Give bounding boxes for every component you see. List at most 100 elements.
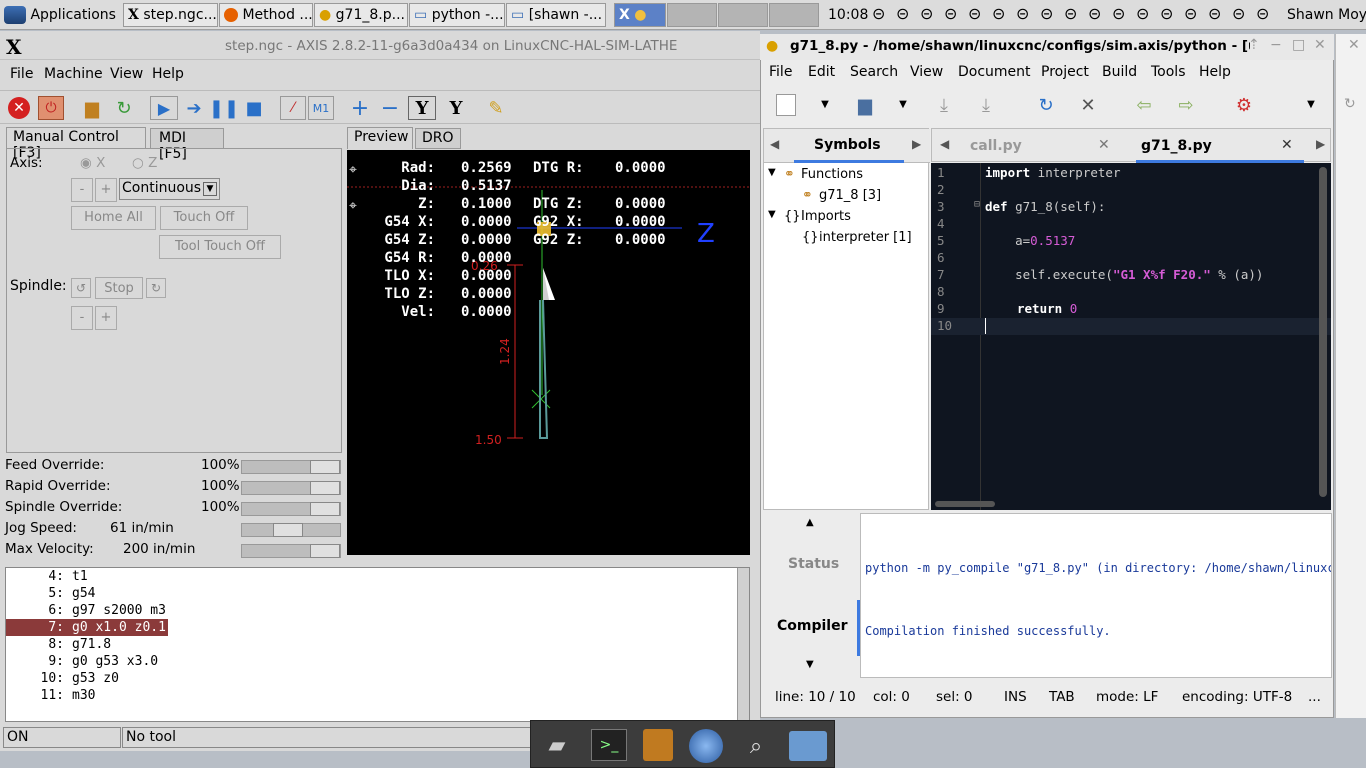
close-icon[interactable]: ✕ xyxy=(1314,37,1326,53)
tray-icon[interactable]: ⊝ xyxy=(1232,4,1252,26)
close-tab-icon[interactable]: ✕ xyxy=(1098,137,1110,153)
chevron-up-icon[interactable]: ▲ xyxy=(806,517,814,528)
taskbar-item-step-ngc[interactable]: X step.ngc... xyxy=(123,3,218,27)
tab-status[interactable]: Status xyxy=(788,556,839,572)
tray-icon[interactable]: ⊝ xyxy=(1136,4,1156,26)
compile-icon[interactable]: ⚙ xyxy=(1232,94,1256,116)
reload-icon[interactable]: ↻ xyxy=(1034,94,1058,116)
estop-icon[interactable]: ✕ xyxy=(8,97,30,119)
geany-menu-tools[interactable]: Tools xyxy=(1151,64,1186,80)
geany-menu-help[interactable]: Help xyxy=(1199,64,1231,80)
window-up-icon[interactable]: ⇡ xyxy=(1248,37,1260,53)
tree-item-g71-8[interactable]: ⚭ g71_8 [3] xyxy=(764,188,930,209)
tab-g71-8-py[interactable]: g71_8.py ✕ xyxy=(1136,129,1304,163)
menu-file[interactable]: File xyxy=(10,66,33,82)
tray-icon[interactable]: ⊝ xyxy=(896,4,916,26)
block-delete-icon[interactable]: ⁄ xyxy=(280,96,306,120)
gcode-line[interactable]: 5: g54 xyxy=(6,585,738,602)
clear-plot-icon[interactable]: ✎ xyxy=(484,96,508,120)
clock[interactable]: 10:08 xyxy=(828,3,870,27)
close-icon[interactable]: ✕ xyxy=(1348,37,1360,53)
editor-hscrollbar[interactable] xyxy=(935,501,995,507)
close-tab-icon[interactable]: ✕ xyxy=(1281,137,1293,153)
tray-icon[interactable]: ⊝ xyxy=(1160,4,1180,26)
tab-symbols[interactable]: Symbols xyxy=(814,137,881,153)
home-all-button[interactable]: Home All xyxy=(71,206,156,230)
chevron-down-icon[interactable]: ▼ xyxy=(806,659,814,670)
tree-item-interpreter[interactable]: {} interpreter [1] xyxy=(764,230,930,251)
user-name[interactable]: Shawn Moy xyxy=(1287,3,1366,27)
open-file-icon[interactable]: ▆ xyxy=(80,97,104,119)
geany-menu-document[interactable]: Document xyxy=(958,64,1031,80)
jog-plus-button[interactable]: + xyxy=(95,178,117,202)
geany-menu-build[interactable]: Build xyxy=(1102,64,1137,80)
preview-canvas[interactable]: Z 0.26 1.24 1.50 ⌖ ⌖ Rad: 0.2569 DTG R: 0.0… xyxy=(347,150,750,555)
geany-menu-edit[interactable]: Edit xyxy=(808,64,835,80)
folder-icon[interactable] xyxy=(789,731,827,761)
workspace-3[interactable] xyxy=(718,3,768,27)
save-icon[interactable]: ⤓ xyxy=(932,94,956,116)
tab-mdi[interactable]: MDI [F5] xyxy=(150,128,224,162)
gcode-line[interactable]: 11: m30 xyxy=(6,687,738,704)
editor-vscrollbar[interactable] xyxy=(1319,167,1327,497)
step-icon[interactable]: ➔ xyxy=(182,97,206,119)
view-y2-icon[interactable]: Y xyxy=(442,96,470,120)
reload-icon[interactable]: ↻ xyxy=(112,97,136,119)
pause-icon[interactable]: ❚❚ xyxy=(209,97,239,119)
stop-icon[interactable]: ■ xyxy=(242,97,266,119)
tray-icon[interactable]: ⊝ xyxy=(1208,4,1228,26)
spindle-cw-icon[interactable]: ↻ xyxy=(146,278,166,298)
spindle-ccw-icon[interactable]: ↺ xyxy=(71,278,91,298)
tray-icon[interactable]: ⊝ xyxy=(872,4,892,26)
code-editor[interactable]: 1 import interpreter 2 3 ⊟ def g71_8(self):… xyxy=(931,163,1331,510)
open-file-icon[interactable]: ▆ xyxy=(854,94,876,116)
power-icon[interactable]: ⏻ xyxy=(38,96,64,120)
chevron-down-icon[interactable]: ▼ xyxy=(896,95,910,113)
gcode-line[interactable]: 10: g53 z0 xyxy=(6,670,738,687)
run-icon[interactable]: ▶ xyxy=(150,96,178,120)
view-y-icon[interactable]: Y xyxy=(408,96,436,120)
workspace-1[interactable]: X ● xyxy=(614,3,666,27)
max-velocity-slider[interactable] xyxy=(241,544,341,558)
spindle-override-slider[interactable] xyxy=(241,502,341,516)
minimize-icon[interactable]: − xyxy=(1270,37,1282,53)
zoom-in-icon[interactable]: + xyxy=(348,96,372,121)
save-all-icon[interactable]: ⤓ xyxy=(974,94,998,116)
tray-icon[interactable]: ⊝ xyxy=(1064,4,1084,26)
chevron-down-icon[interactable]: ▼ xyxy=(1304,95,1318,113)
touch-off-button[interactable]: Touch Off xyxy=(160,206,248,230)
taskbar-item-shawn[interactable]: ▭ [shawn -... xyxy=(506,3,606,27)
spindle-minus-button[interactable]: - xyxy=(71,306,93,330)
geany-menu-file[interactable]: File xyxy=(769,64,792,80)
tree-node-functions[interactable]: ▼ ⚭ Functions xyxy=(764,167,930,188)
search-icon[interactable]: ⌕ xyxy=(739,729,773,763)
jog-mode-select[interactable]: Continuous ▼ xyxy=(119,178,220,200)
forward-icon[interactable]: ⇨ xyxy=(1174,94,1198,116)
chevron-down-icon[interactable]: ▼ xyxy=(818,95,832,113)
slider-thumb[interactable] xyxy=(310,460,340,474)
chevron-right-icon[interactable]: ▶ xyxy=(912,137,921,151)
jog-minus-button[interactable]: - xyxy=(71,178,93,202)
workspace-2[interactable] xyxy=(667,3,717,27)
slider-thumb[interactable] xyxy=(310,544,340,558)
jog-speed-slider[interactable] xyxy=(241,523,341,537)
geany-menu-project[interactable]: Project xyxy=(1041,64,1089,80)
chevron-left-icon[interactable]: ◀ xyxy=(940,137,949,151)
tray-icon[interactable]: ⊝ xyxy=(992,4,1012,26)
tree-node-imports[interactable]: ▼{} Imports xyxy=(764,209,930,230)
gcode-line[interactable]: 8: g71.8 xyxy=(6,636,738,653)
rapid-override-slider[interactable] xyxy=(241,481,341,495)
taskbar-item-g71-8[interactable]: ● g71_8.p... xyxy=(314,3,408,27)
slider-thumb[interactable] xyxy=(310,502,340,516)
chevron-left-icon[interactable]: ◀ xyxy=(770,137,779,151)
tool-touch-off-button[interactable]: Tool Touch Off xyxy=(159,235,281,259)
zoom-out-icon[interactable]: − xyxy=(378,96,402,121)
back-icon[interactable]: ⇦ xyxy=(1132,94,1156,116)
tab-compiler[interactable]: Compiler xyxy=(777,618,848,634)
web-browser-icon[interactable] xyxy=(689,729,723,763)
tab-call-py[interactable]: call.py ✕ xyxy=(956,129,1134,163)
slider-thumb[interactable] xyxy=(310,481,340,495)
gcode-line[interactable]: 4: t1 xyxy=(6,568,738,585)
gcode-line[interactable]: 9: g0 g53 x3.0 xyxy=(6,653,738,670)
taskbar-item-python[interactable]: ▭ python -... xyxy=(409,3,505,27)
